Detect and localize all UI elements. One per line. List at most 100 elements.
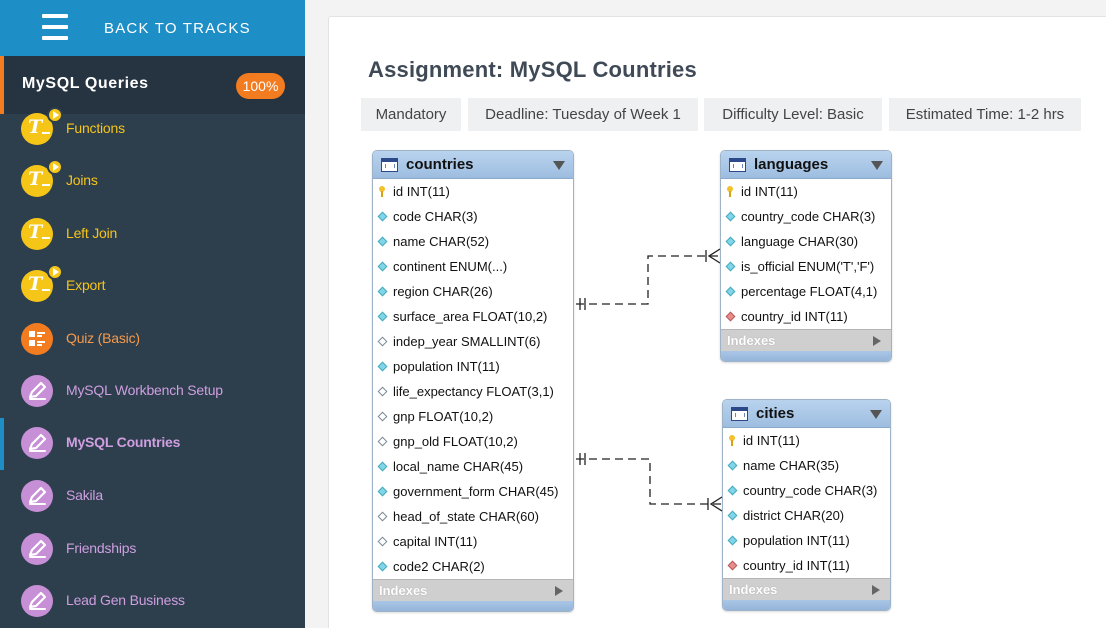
sidebar-item-label: Left Join bbox=[66, 225, 118, 241]
sidebar-item-sakila[interactable]: Sakila bbox=[0, 471, 305, 523]
pencil-icon bbox=[21, 427, 53, 459]
table-icon bbox=[381, 158, 398, 172]
column-icon bbox=[377, 311, 388, 322]
column-label: population INT(11) bbox=[393, 359, 500, 374]
sidebar-item-left-join[interactable]: T Left Join bbox=[0, 209, 305, 261]
sidebar-item-friendships[interactable]: Friendships bbox=[0, 524, 305, 576]
sidebar-item-export[interactable]: T Export bbox=[0, 261, 305, 313]
column-icon bbox=[377, 236, 388, 247]
column-label: gnp FLOAT(10,2) bbox=[393, 409, 494, 424]
foreign-key-icon bbox=[727, 560, 738, 571]
table-column[interactable]: country_code CHAR(3) bbox=[723, 478, 890, 503]
page-title: Assignment: MySQL Countries bbox=[368, 57, 697, 82]
column-label: population INT(11) bbox=[743, 533, 850, 548]
table-column[interactable]: id INT(11) bbox=[723, 428, 890, 453]
table-header[interactable]: languages bbox=[721, 151, 891, 179]
table-column[interactable]: surface_area FLOAT(10,2) bbox=[373, 304, 573, 329]
column-label: capital INT(11) bbox=[393, 534, 478, 549]
table-column[interactable]: district CHAR(20) bbox=[723, 503, 890, 528]
primary-key-icon bbox=[378, 186, 386, 197]
indexes-label: Indexes bbox=[729, 582, 778, 597]
sidebar-item-mysql-countries[interactable]: MySQL Countries bbox=[0, 418, 305, 470]
play-icon bbox=[47, 264, 63, 280]
nullable-column-icon bbox=[377, 411, 388, 422]
column-label: surface_area FLOAT(10,2) bbox=[393, 309, 548, 324]
collapse-arrow-icon[interactable] bbox=[870, 410, 882, 419]
table-column[interactable]: government_form CHAR(45) bbox=[373, 479, 573, 504]
column-label: name CHAR(52) bbox=[393, 234, 490, 249]
erd-table-cities[interactable]: cities id INT(11) name CHAR(35) country_co… bbox=[722, 399, 891, 611]
tutorial-icon: T bbox=[21, 159, 63, 197]
table-column[interactable]: continent ENUM(...) bbox=[373, 254, 573, 279]
column-icon bbox=[727, 510, 738, 521]
tutorial-icon: T bbox=[21, 107, 63, 145]
column-label: head_of_state CHAR(60) bbox=[393, 509, 539, 524]
sidebar-item-label: Friendships bbox=[66, 540, 137, 556]
table-column[interactable]: population INT(11) bbox=[373, 354, 573, 379]
mandatory-chip: Mandatory bbox=[361, 98, 461, 131]
column-label: district CHAR(20) bbox=[743, 508, 845, 523]
table-column[interactable]: capital INT(11) bbox=[373, 529, 573, 554]
table-column[interactable]: life_expectancy FLOAT(3,1) bbox=[373, 379, 573, 404]
indexes-section[interactable]: Indexes bbox=[373, 579, 573, 601]
nullable-column-icon bbox=[377, 336, 388, 347]
collapse-arrow-icon[interactable] bbox=[871, 161, 883, 170]
table-column[interactable]: country_id INT(11) bbox=[723, 553, 890, 578]
indexes-section[interactable]: Indexes bbox=[723, 578, 890, 600]
column-icon bbox=[377, 361, 388, 372]
table-column[interactable]: gnp_old FLOAT(10,2) bbox=[373, 429, 573, 454]
column-icon bbox=[727, 535, 738, 546]
table-column[interactable]: population INT(11) bbox=[723, 528, 890, 553]
primary-key-icon bbox=[726, 186, 734, 197]
sidebar-item-joins[interactable]: T Joins bbox=[0, 156, 305, 208]
collapse-arrow-icon[interactable] bbox=[553, 161, 565, 170]
sidebar-item-quiz-basic[interactable]: Quiz (Basic) bbox=[0, 314, 305, 366]
column-icon bbox=[377, 486, 388, 497]
deadline-chip: Deadline: Tuesday of Week 1 bbox=[468, 98, 698, 131]
column-icon bbox=[377, 286, 388, 297]
table-column[interactable]: name CHAR(35) bbox=[723, 453, 890, 478]
pencil-icon bbox=[21, 375, 53, 407]
column-icon bbox=[727, 460, 738, 471]
sidebar: BACK TO TRACKS MySQL Queries 100% T Func… bbox=[0, 0, 305, 628]
table-header[interactable]: countries bbox=[373, 151, 573, 179]
hamburger-menu-icon[interactable] bbox=[42, 14, 68, 40]
table-column[interactable]: gnp FLOAT(10,2) bbox=[373, 404, 573, 429]
pencil-icon bbox=[21, 533, 53, 565]
table-column[interactable]: country_code CHAR(3) bbox=[721, 204, 891, 229]
table-column[interactable]: head_of_state CHAR(60) bbox=[373, 504, 573, 529]
back-to-tracks-link[interactable]: BACK TO TRACKS bbox=[104, 20, 251, 37]
table-column[interactable]: indep_year SMALLINT(6) bbox=[373, 329, 573, 354]
play-icon bbox=[47, 159, 63, 175]
erd-table-countries[interactable]: countries id INT(11) code CHAR(3) name CHA… bbox=[372, 150, 574, 612]
erd-table-languages[interactable]: languages id INT(11) country_code CHAR(3)… bbox=[720, 150, 892, 362]
expand-arrow-icon[interactable] bbox=[873, 336, 881, 346]
table-column[interactable]: language CHAR(30) bbox=[721, 229, 891, 254]
sidebar-item-label: Lead Gen Business bbox=[66, 592, 185, 608]
table-column[interactable]: country_id INT(11) bbox=[721, 304, 891, 329]
sidebar-item-mysql-workbench-setup[interactable]: MySQL Workbench Setup bbox=[0, 366, 305, 418]
column-icon bbox=[725, 261, 736, 272]
expand-arrow-icon[interactable] bbox=[555, 586, 563, 596]
table-column[interactable]: id INT(11) bbox=[373, 179, 573, 204]
table-column[interactable]: code CHAR(3) bbox=[373, 204, 573, 229]
sidebar-item-lead-gen-business[interactable]: Lead Gen Business bbox=[0, 576, 305, 628]
table-column[interactable]: is_official ENUM('T','F') bbox=[721, 254, 891, 279]
table-column[interactable]: local_name CHAR(45) bbox=[373, 454, 573, 479]
nullable-column-icon bbox=[377, 436, 388, 447]
column-label: gnp_old FLOAT(10,2) bbox=[393, 434, 518, 449]
column-label: country_id INT(11) bbox=[743, 558, 850, 573]
tutorial-icon: T bbox=[21, 264, 63, 302]
table-header[interactable]: cities bbox=[723, 400, 890, 428]
table-icon bbox=[729, 158, 746, 172]
table-column[interactable]: region CHAR(26) bbox=[373, 279, 573, 304]
table-column[interactable]: name CHAR(52) bbox=[373, 229, 573, 254]
column-label: id INT(11) bbox=[741, 184, 798, 199]
indexes-section[interactable]: Indexes bbox=[721, 329, 891, 351]
table-column[interactable]: id INT(11) bbox=[721, 179, 891, 204]
sidebar-item-functions[interactable]: T Functions bbox=[0, 104, 305, 156]
table-column[interactable]: percentage FLOAT(4,1) bbox=[721, 279, 891, 304]
expand-arrow-icon[interactable] bbox=[872, 585, 880, 595]
table-column[interactable]: code2 CHAR(2) bbox=[373, 554, 573, 579]
column-label: continent ENUM(...) bbox=[393, 259, 508, 274]
